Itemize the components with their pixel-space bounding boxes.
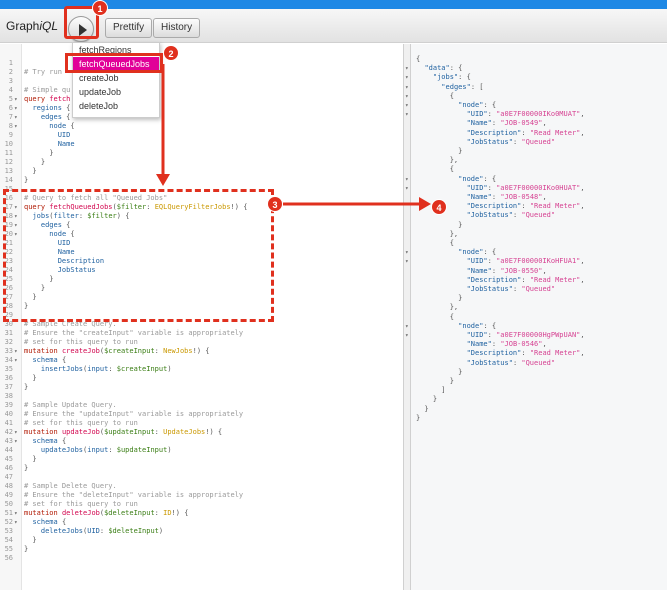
annotation-badge-4: 4 [431, 199, 447, 215]
annotation-badge-1: 1 [92, 0, 108, 16]
arrow-head-down [156, 174, 170, 186]
annotation-badge-3: 3 [267, 196, 283, 212]
annotation-badge-2: 2 [163, 45, 179, 61]
arrow-head-right [419, 197, 431, 211]
annotation-arrows [156, 64, 431, 211]
